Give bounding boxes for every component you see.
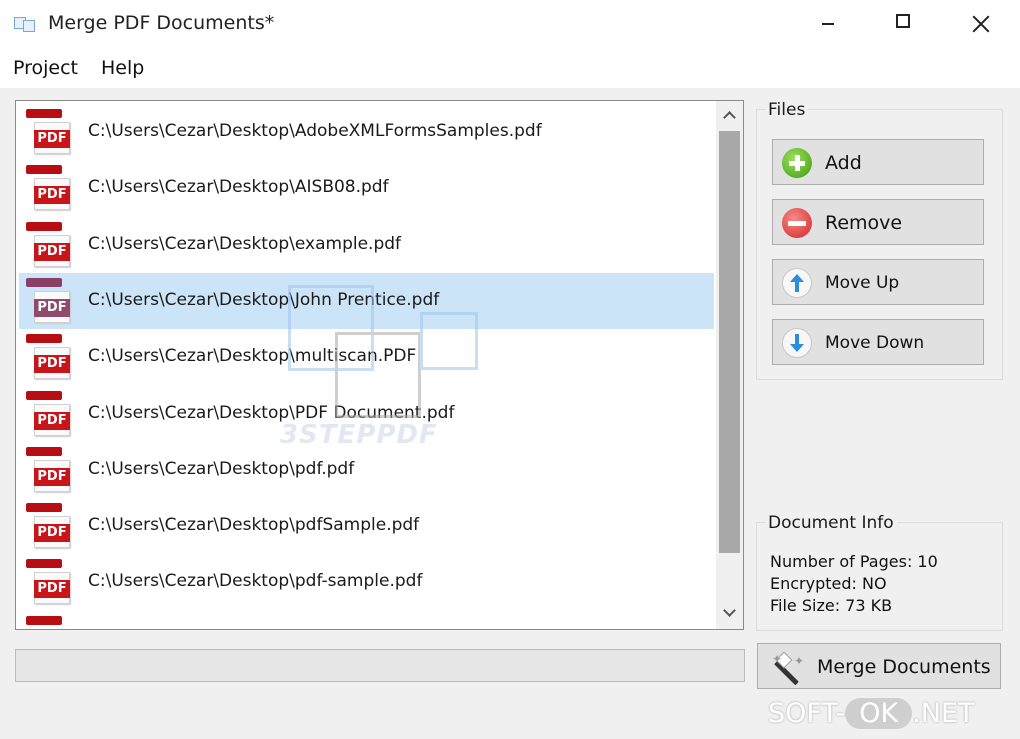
pdf-file-icon: PDF <box>24 221 70 268</box>
pdf-badge: PDF <box>34 355 70 374</box>
file-path: C:\Users\Cezar\Desktop\example.pdf <box>88 233 402 254</box>
file-list[interactable]: PDF C:\Users\Cezar\Desktop\AdobeXMLFormsS… <box>15 100 744 630</box>
file-path: C:\Users\Cezar\Desktop\AdobeXMLFormsSamp… <box>88 121 542 141</box>
move-down-button[interactable]: Move Down <box>772 319 984 365</box>
file-size: File Size: 73 KB <box>770 596 893 615</box>
scroll-up-arrow-icon[interactable] <box>716 101 743 131</box>
pdf-file-icon <box>24 615 70 629</box>
number-of-pages: Number of Pages: 10 <box>770 552 938 571</box>
window-title: Merge PDF Documents* <box>48 12 275 34</box>
remove-button-label: Remove <box>825 212 903 234</box>
file-path: C:\Users\Cezar\Desktop\pdfSample.pdf <box>88 515 420 536</box>
pdf-file-icon: PDF <box>24 165 70 211</box>
pdf-file-icon: PDF <box>24 390 70 437</box>
file-path: C:\Users\Cezar\Desktop\pdf.pdf <box>88 458 355 479</box>
scrollbar-thumb[interactable] <box>719 131 740 553</box>
add-button-label: Add <box>825 152 862 174</box>
pdf-badge: PDF <box>34 524 70 543</box>
title-bar: Merge PDF Documents* <box>0 0 1020 48</box>
pdf-badge: PDF <box>34 467 70 486</box>
file-list-item[interactable]: PDF C:\Users\Cezar\Desktop\pdf.pdf <box>19 442 714 498</box>
pdf-badge: PDF <box>34 130 70 148</box>
file-list-item[interactable]: PDF C:\Users\Cezar\Desktop\pdfSample.pdf <box>19 498 714 554</box>
scroll-down-arrow-icon[interactable] <box>716 599 743 629</box>
file-path: C:\Users\Cezar\Desktop\John Prentice.pdf <box>88 289 440 310</box>
menu-bar: Project Help <box>0 48 1020 88</box>
file-path: C:\Users\Cezar\Desktop\AISB08.pdf <box>88 177 389 198</box>
move-up-button[interactable]: Move Up <box>772 259 984 305</box>
pdf-file-icon: PDF <box>24 277 70 324</box>
vertical-scrollbar[interactable] <box>716 101 743 629</box>
progress-bar <box>15 649 745 682</box>
file-list-item[interactable]: PDF C:\Users\Cezar\Desktop\example.pdf <box>19 217 714 273</box>
arrow-down-icon <box>782 328 812 358</box>
file-list-item[interactable]: PDF C:\Users\Cezar\Desktop\AdobeXMLFormsS… <box>19 104 714 160</box>
pdf-badge: PDF <box>34 580 70 599</box>
file-list-item[interactable]: PDF C:\Users\Cezar\Desktop\John Prentice.… <box>19 272 714 329</box>
file-list-item[interactable]: PDF C:\Users\Cezar\Desktop\AISB08.pdf <box>19 160 714 216</box>
pdf-badge: PDF <box>34 411 70 430</box>
file-path: C:\Users\Cezar\Desktop\PDF Document.pdf <box>88 402 455 423</box>
encrypted-status: Encrypted: NO <box>770 574 887 593</box>
move-down-button-label: Move Down <box>825 333 925 353</box>
move-up-button-label: Move Up <box>825 273 900 293</box>
files-group-title: Files <box>765 100 809 120</box>
pdf-file-icon: PDF <box>24 503 70 549</box>
pdf-badge: PDF <box>34 186 70 205</box>
menu-project[interactable]: Project <box>13 57 78 79</box>
remove-icon <box>782 208 812 238</box>
remove-button[interactable]: Remove <box>772 199 984 245</box>
merge-documents-button[interactable]: ✦ ✦ Merge Documents <box>757 643 1001 689</box>
pdf-file-icon: PDF <box>24 446 70 493</box>
file-list-item-partial[interactable] <box>19 611 714 629</box>
pdf-file-icon: PDF <box>24 334 70 380</box>
file-list-item[interactable]: PDF C:\Users\Cezar\Desktop\PDF Document.p… <box>19 386 714 442</box>
add-button[interactable]: Add <box>772 139 984 185</box>
arrow-up-icon <box>782 268 812 298</box>
pdf-badge: PDF <box>34 298 70 317</box>
pdf-file-icon: PDF <box>24 109 70 155</box>
document-info-title: Document Info <box>765 513 897 533</box>
add-icon <box>782 148 812 178</box>
merge-documents-label: Merge Documents <box>817 656 991 678</box>
maximize-button[interactable] <box>868 0 938 46</box>
soft-ok-watermark-logo: SOFT- OK .NET <box>768 698 975 729</box>
file-list-item[interactable]: PDF C:\Users\Cezar\Desktop\pdf-sample.pdf <box>19 554 714 610</box>
file-path: C:\Users\Cezar\Desktop\pdf-sample.pdf <box>88 571 423 592</box>
close-button[interactable] <box>944 0 1014 46</box>
pdf-file-icon: PDF <box>24 559 70 605</box>
file-path: C:\Users\Cezar\Desktop\multiscan.PDF <box>88 346 417 367</box>
minimize-button[interactable] <box>792 0 862 46</box>
pdf-badge: PDF <box>34 242 70 261</box>
menu-help[interactable]: Help <box>101 57 144 79</box>
file-list-item[interactable]: PDF C:\Users\Cezar\Desktop\multiscan.PDF <box>19 329 714 385</box>
app-icon <box>14 15 36 32</box>
magic-wand-icon: ✦ ✦ <box>772 651 808 686</box>
